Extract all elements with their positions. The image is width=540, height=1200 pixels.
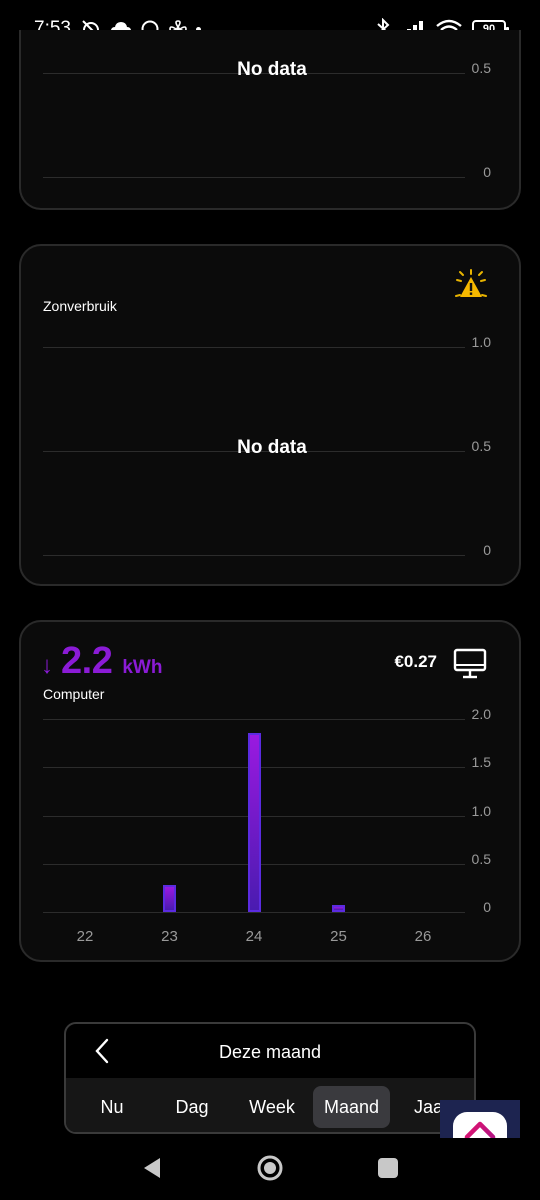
nav-recent-icon[interactable]	[378, 1158, 398, 1178]
cost-label: €0.27	[394, 652, 437, 671]
chart-bar[interactable]	[247, 733, 261, 912]
period-tabs: Nu Dag Week Maand Jaar	[66, 1078, 474, 1132]
x-tick-label: 26	[414, 928, 432, 945]
energy-card-top[interactable]: 0.5 No data 0	[19, 30, 521, 210]
gridline	[43, 347, 465, 348]
computer-usage-card[interactable]: ↓ 2.2 kWh Computer €0.27 2.0 1.5 1.0 0.5 0 22…	[19, 620, 521, 962]
period-selector: Deze maand Nu Dag Week Maand Jaar	[64, 1022, 476, 1134]
x-tick-label: 24	[245, 928, 263, 945]
solar-usage-card[interactable]: Zonverbruik 1.0 0.5 No data 0	[19, 244, 521, 586]
x-tick-label: 25	[330, 928, 347, 945]
x-tick-label: 23	[161, 928, 178, 945]
card-title: Computer	[43, 686, 105, 702]
navigation-bar	[0, 1138, 540, 1200]
gridline	[43, 719, 465, 720]
no-data-label: No data	[237, 59, 307, 80]
gridline	[43, 555, 465, 556]
gridline	[43, 912, 465, 913]
y-tick-label: 2.0	[471, 706, 491, 722]
usage-unit: kWh	[122, 657, 163, 678]
chart-bar[interactable]	[163, 884, 176, 912]
card-title: Zonverbruik	[43, 298, 117, 314]
y-tick-label: 0	[483, 164, 491, 180]
y-tick-label: 0	[483, 899, 491, 915]
x-tick-label: 22	[76, 928, 94, 945]
tab-month[interactable]: Maand	[313, 1086, 390, 1128]
tab-now[interactable]: Nu	[72, 1086, 152, 1128]
period-title: Deze maand	[218, 1042, 322, 1062]
y-tick-label: 1.5	[471, 754, 491, 771]
period-header: Deze maand	[66, 1024, 474, 1078]
y-tick-label: 1.0	[471, 334, 491, 350]
gridline	[43, 177, 465, 178]
y-tick-label: 0	[483, 542, 491, 558]
usage-number: 2.2	[61, 640, 113, 682]
y-tick-label: 0.5	[471, 850, 491, 867]
no-data-label: No data	[237, 437, 307, 458]
tab-week[interactable]: Week	[232, 1086, 312, 1128]
chart-bar[interactable]	[332, 905, 345, 912]
nav-home-icon[interactable]	[256, 1154, 284, 1182]
arrow-down-icon: ↓	[41, 652, 53, 679]
nav-back-icon[interactable]	[142, 1156, 162, 1180]
y-tick-label: 1.0	[471, 802, 491, 819]
usage-value: ↓ 2.2 kWh	[41, 640, 162, 683]
tab-day[interactable]: Dag	[152, 1086, 232, 1128]
monitor-icon	[453, 648, 487, 679]
sun-warning-icon	[455, 269, 487, 297]
